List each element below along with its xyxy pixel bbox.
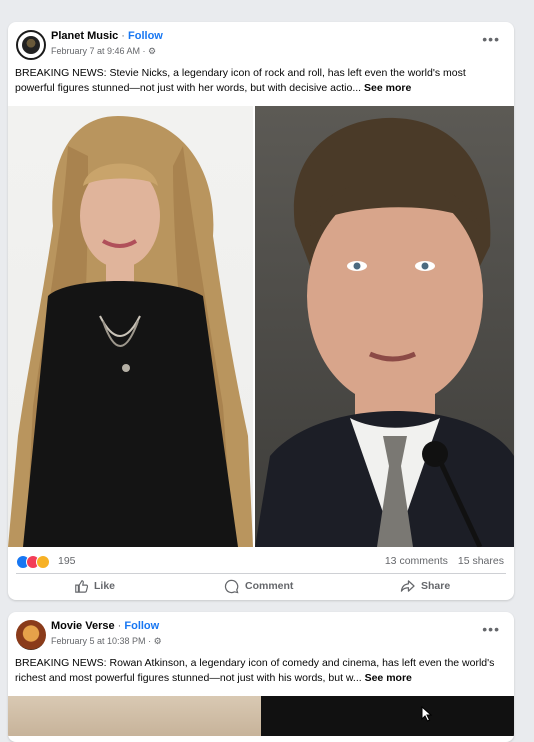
post-meta: February 5 at 10:38 PM · ⚙ <box>51 636 162 646</box>
page-name-link[interactable]: Planet Music <box>51 30 118 42</box>
more-options-icon[interactable]: ••• <box>482 622 500 636</box>
share-label: Share <box>421 580 451 592</box>
globe-icon: ⚙ <box>148 46 157 56</box>
post-author: Movie Verse · Follow <box>51 620 160 632</box>
post-text: BREAKING NEWS: Rowan Atkinson, a legenda… <box>15 656 505 686</box>
like-button[interactable]: Like <box>74 574 115 598</box>
post-media[interactable] <box>8 696 514 736</box>
care-reaction-icon <box>36 555 50 569</box>
mouse-cursor-icon <box>421 705 433 727</box>
post-photo-left[interactable] <box>8 106 253 547</box>
comment-button[interactable]: Comment <box>224 574 293 598</box>
share-button[interactable]: Share <box>400 574 450 598</box>
post-actions: Like Comment Share <box>8 574 514 598</box>
follow-button[interactable]: Follow <box>128 30 163 42</box>
like-icon <box>74 579 88 593</box>
post-body: BREAKING NEWS: Rowan Atkinson, a legenda… <box>15 657 495 684</box>
post-header: Movie Verse · Follow February 5 at 10:38… <box>8 612 514 656</box>
like-label: Like <box>94 580 116 592</box>
follow-button[interactable]: Follow <box>124 620 159 632</box>
post-author: Planet Music · Follow <box>51 30 163 42</box>
post-media[interactable] <box>8 106 514 547</box>
comment-label: Comment <box>245 580 294 592</box>
page-name-link[interactable]: Movie Verse <box>51 620 115 632</box>
reaction-count[interactable]: 195 <box>58 555 76 567</box>
post-card: Movie Verse · Follow February 5 at 10:38… <box>8 612 514 742</box>
comment-icon <box>224 579 239 594</box>
see-more-link[interactable]: See more <box>364 82 411 94</box>
page-avatar[interactable] <box>16 620 46 650</box>
see-more-link[interactable]: See more <box>365 672 412 684</box>
post-timestamp[interactable]: February 7 at 9:46 AM <box>51 46 140 56</box>
post-stats: 13 comments 15 shares <box>385 555 504 567</box>
globe-icon: ⚙ <box>153 636 162 646</box>
post-text: BREAKING NEWS: Stevie Nicks, a legendary… <box>15 66 505 96</box>
post-card: Planet Music · Follow February 7 at 9:46… <box>8 22 514 600</box>
post-photo-left[interactable] <box>8 696 261 736</box>
shares-count[interactable]: 15 shares <box>458 555 504 567</box>
post-photo-right[interactable] <box>261 696 514 736</box>
more-options-icon[interactable]: ••• <box>482 32 500 46</box>
post-photo-right[interactable] <box>255 106 514 547</box>
share-icon <box>400 579 415 593</box>
page-avatar[interactable] <box>16 30 46 60</box>
post-meta: February 7 at 9:46 AM · ⚙ <box>51 46 157 56</box>
comments-count[interactable]: 13 comments <box>385 555 448 567</box>
post-header: Planet Music · Follow February 7 at 9:46… <box>8 22 514 66</box>
post-timestamp[interactable]: February 5 at 10:38 PM <box>51 636 146 646</box>
